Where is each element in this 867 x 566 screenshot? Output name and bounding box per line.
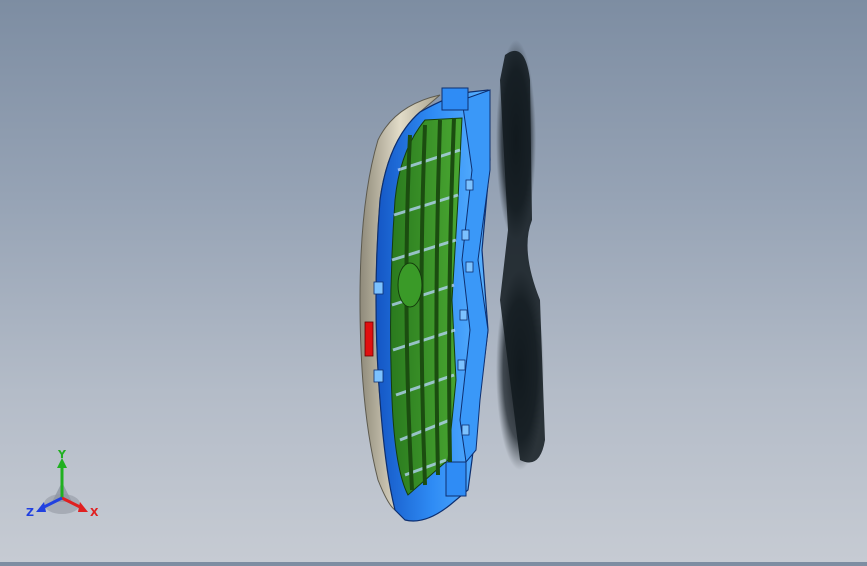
triad-graphic: Y X Z: [26, 448, 99, 519]
graphics-viewport[interactable]: [0, 0, 867, 562]
y-axis-label: Y: [57, 448, 67, 461]
orientation-triad: Y X Z: [22, 446, 106, 526]
grille-model[interactable]: [359, 87, 491, 522]
model-shadow: [496, 40, 545, 470]
z-axis-label: Z: [26, 506, 34, 519]
model-canvas[interactable]: [0, 0, 867, 562]
x-axis-label: X: [90, 506, 99, 519]
red-accent: [364, 321, 374, 357]
